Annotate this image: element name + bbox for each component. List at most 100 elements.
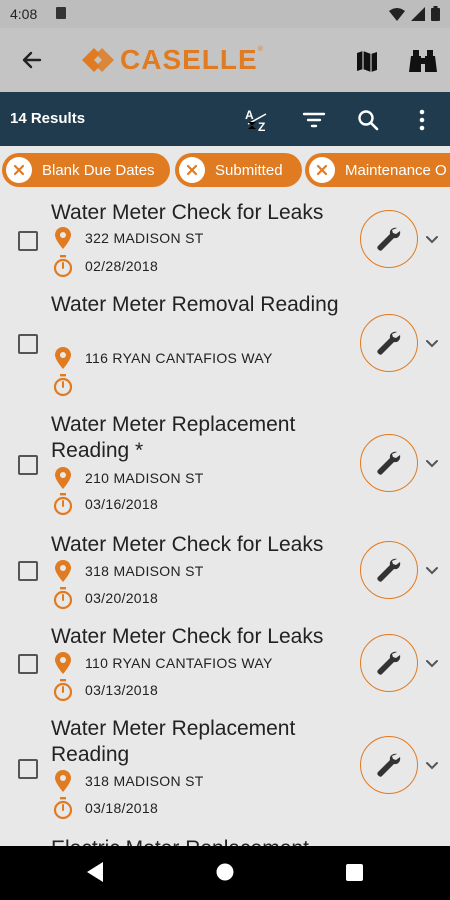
list-item[interactable]: Electric Meter Replacement	[0, 836, 450, 846]
item-date-row: 03/18/2018	[53, 797, 159, 820]
list-item[interactable]: Water Meter Check for Leaks 322 MADISON …	[0, 194, 450, 292]
item-address-row: 110 RYAN CANTAFIOS WAY	[53, 652, 273, 674]
item-checkbox[interactable]	[18, 455, 38, 475]
location-pin-icon	[55, 560, 71, 582]
filter-chip[interactable]: Maintenance O	[305, 153, 450, 187]
item-date: 03/16/2018	[85, 496, 159, 512]
close-icon[interactable]	[179, 157, 205, 183]
svg-text:A: A	[245, 108, 254, 122]
chevron-down-icon[interactable]	[424, 455, 440, 471]
item-title: Water Meter Check for Leaks	[51, 201, 324, 224]
wrench-icon	[377, 753, 401, 777]
item-address-row: 318 MADISON ST	[53, 770, 204, 792]
more-vert-icon[interactable]	[408, 106, 436, 134]
sort-az-icon[interactable]: A Z	[244, 106, 272, 134]
item-date: 03/18/2018	[85, 800, 159, 816]
item-address: 318 MADISON ST	[85, 563, 204, 579]
filter-chip-label: Maintenance O	[345, 161, 447, 179]
wrench-button[interactable]	[360, 541, 418, 599]
brand-name: CASELLE	[120, 44, 258, 75]
svg-text:Z: Z	[258, 120, 265, 134]
item-title: Water Meter Check for Leaks	[51, 625, 324, 648]
list-item[interactable]: Water Meter Check for Leaks 110 RYAN CAN…	[0, 624, 450, 716]
close-icon[interactable]	[6, 157, 32, 183]
filter-chips: Blank Due Dates Submitted Maintenance O	[0, 146, 450, 194]
battery-icon	[431, 6, 440, 21]
results-count: 14 Results	[10, 110, 86, 127]
item-date-row: 02/28/2018	[53, 255, 158, 278]
item-title: Water Meter Check for Leaks	[51, 533, 324, 556]
timer-icon	[53, 587, 73, 610]
item-checkbox[interactable]	[18, 654, 38, 674]
search-icon[interactable]	[354, 106, 382, 134]
list-item[interactable]: Water Meter Replacement Reading 318 MADI…	[0, 716, 450, 836]
chevron-down-icon[interactable]	[424, 757, 440, 773]
nav-home-icon[interactable]	[216, 863, 234, 881]
item-checkbox[interactable]	[18, 231, 38, 251]
list-item[interactable]: Water Meter Check for Leaks 318 MADISON …	[0, 532, 450, 624]
timer-icon	[53, 255, 73, 278]
nav-back-icon[interactable]	[86, 861, 104, 883]
item-address-row: 116 RYAN CANTAFIOS WAY	[53, 347, 273, 369]
item-title: Water Meter Removal Reading	[51, 293, 339, 316]
item-address: 110 RYAN CANTAFIOS WAY	[85, 655, 273, 671]
item-address: 116 RYAN CANTAFIOS WAY	[85, 350, 273, 366]
location-pin-icon	[55, 652, 71, 674]
location-pin-icon	[55, 770, 71, 792]
list-item[interactable]: Water Meter Removal Reading 116 RYAN CAN…	[0, 292, 450, 412]
item-date-row: 03/20/2018	[53, 587, 159, 610]
list-item[interactable]: Water Meter Replacement Reading * 210 MA…	[0, 412, 450, 532]
filter-icon[interactable]	[300, 106, 328, 134]
nav-recents-icon[interactable]	[346, 864, 363, 881]
results-toolbar: 14 Results A Z	[0, 92, 450, 146]
wrench-button[interactable]	[360, 634, 418, 692]
work-order-list: Water Meter Check for Leaks 322 MADISON …	[0, 194, 450, 846]
item-address-row: 322 MADISON ST	[53, 227, 204, 249]
timer-icon	[53, 679, 73, 702]
wrench-button[interactable]	[360, 434, 418, 492]
item-date: 03/13/2018	[85, 682, 159, 698]
wrench-icon	[377, 227, 401, 251]
binoculars-icon[interactable]	[408, 48, 438, 74]
filter-chip-label: Blank Due Dates	[42, 161, 155, 179]
wrench-button[interactable]	[360, 314, 418, 372]
wrench-icon	[377, 558, 401, 582]
wrench-icon	[377, 451, 401, 475]
status-bar: 4:08	[0, 0, 450, 28]
close-icon[interactable]	[309, 157, 335, 183]
system-nav-bar	[0, 846, 450, 900]
wifi-icon	[389, 7, 405, 21]
item-address: 318 MADISON ST	[85, 773, 204, 789]
back-arrow-icon[interactable]	[14, 42, 50, 78]
chevron-down-icon[interactable]	[424, 231, 440, 247]
item-date: 03/20/2018	[85, 590, 159, 606]
wrench-icon	[377, 331, 401, 355]
chevron-down-icon[interactable]	[424, 562, 440, 578]
item-checkbox[interactable]	[18, 759, 38, 779]
map-icon[interactable]	[354, 48, 380, 74]
timer-icon	[53, 493, 73, 516]
timer-icon	[53, 374, 73, 397]
wrench-button[interactable]	[360, 210, 418, 268]
item-date-row: 03/16/2018	[53, 493, 159, 516]
location-pin-icon	[55, 347, 71, 369]
item-checkbox[interactable]	[18, 334, 38, 354]
caselle-logo: CASELLE ®	[80, 40, 263, 80]
item-date-row	[53, 374, 85, 397]
location-pin-icon	[55, 227, 71, 249]
item-address-row: 210 MADISON ST	[53, 467, 204, 489]
chevron-down-icon[interactable]	[424, 335, 440, 351]
filter-chip[interactable]: Submitted	[175, 153, 302, 187]
brand-trademark: ®	[257, 46, 263, 53]
filter-chip[interactable]: Blank Due Dates	[2, 153, 170, 187]
item-checkbox[interactable]	[18, 561, 38, 581]
wrench-icon	[377, 651, 401, 675]
chevron-down-icon[interactable]	[424, 655, 440, 671]
item-title: Electric Meter Replacement	[51, 836, 450, 846]
item-address: 210 MADISON ST	[85, 470, 204, 486]
filter-chip-label: Submitted	[215, 161, 283, 179]
location-pin-icon	[55, 467, 71, 489]
app-bar: CASELLE ®	[0, 28, 450, 92]
timer-icon	[53, 797, 73, 820]
wrench-button[interactable]	[360, 736, 418, 794]
